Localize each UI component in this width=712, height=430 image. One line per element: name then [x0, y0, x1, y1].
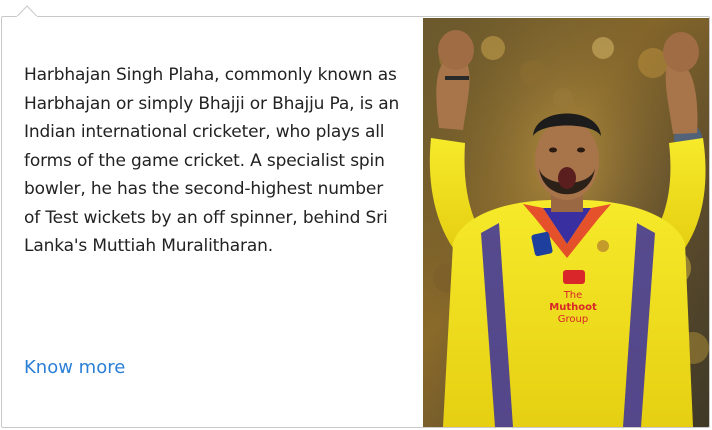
player-photo: The Muthoot Group: [423, 18, 709, 427]
know-more-link[interactable]: Know more: [24, 357, 125, 378]
info-popover: Harbhajan Singh Plaha, commonly known as…: [1, 16, 710, 428]
sponsor-line-2: Muthoot: [549, 302, 597, 313]
sponsor-line-3: Group: [558, 314, 588, 325]
sponsor-line-1: The: [563, 290, 583, 301]
description-text: Harbhajan Singh Plaha, commonly known as…: [24, 65, 400, 256]
text-panel: Harbhajan Singh Plaha, commonly known as…: [24, 61, 404, 261]
popover-caret: [17, 5, 37, 17]
player-photo-image: The Muthoot Group: [423, 18, 709, 427]
